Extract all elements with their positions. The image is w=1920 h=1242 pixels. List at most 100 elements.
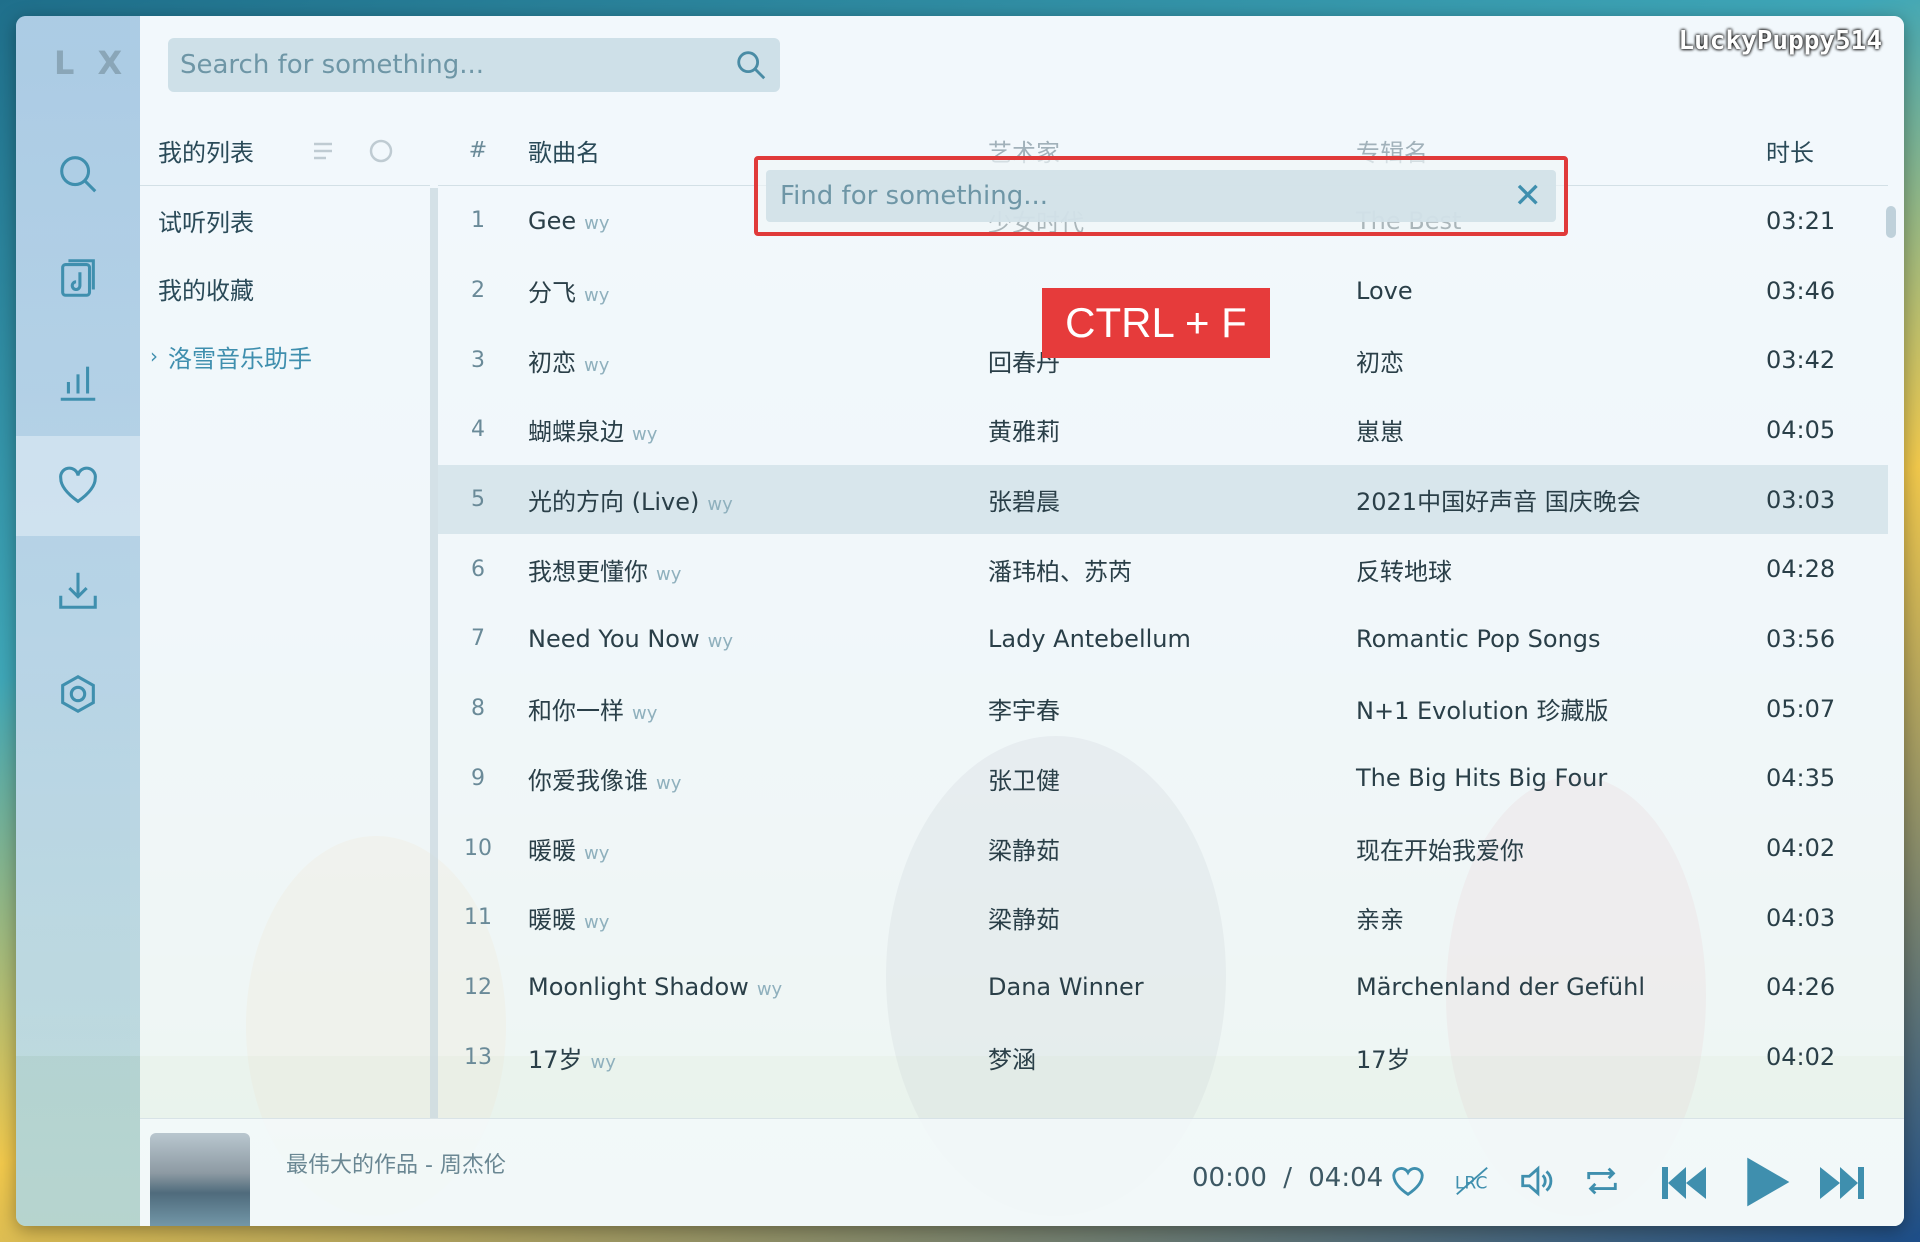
lyrics-button[interactable]: LRC — [1450, 1159, 1494, 1203]
album-cover[interactable] — [150, 1133, 250, 1226]
row-number: 9 — [471, 765, 485, 791]
heart-icon — [1392, 1167, 1424, 1197]
duration-cell: 04:02 — [1766, 834, 1836, 863]
total-time: 04:04 — [1308, 1163, 1384, 1193]
volume-button[interactable] — [1514, 1159, 1558, 1203]
artist-cell: 梁静茹 — [988, 836, 1060, 865]
duration-cell: 04:02 — [1766, 1043, 1836, 1072]
music-file-icon — [61, 259, 95, 297]
song-name: 蝴蝶泉边 — [528, 418, 624, 447]
source-tag: wy — [584, 354, 610, 376]
duration-cell: 04:05 — [1766, 415, 1836, 444]
nav-songlist-button[interactable] — [16, 228, 140, 328]
sidebar-item-lx-helper[interactable]: › 洛雪音乐助手 — [140, 322, 430, 390]
time-separator: / — [1283, 1163, 1292, 1193]
sidebar-item-label: 洛雪音乐助手 — [168, 344, 312, 373]
list-add-icon[interactable] — [310, 136, 340, 166]
album-cell: The Big Hits Big Four — [1356, 764, 1608, 793]
album-cell: 17岁 — [1356, 1045, 1411, 1074]
song-name-cell: 光的方向 (Live) wy — [518, 482, 988, 517]
search-input[interactable] — [180, 50, 734, 80]
source-tag: wy — [584, 912, 610, 934]
nav-download-button[interactable] — [16, 540, 140, 640]
row-number: 4 — [471, 417, 485, 443]
next-button[interactable] — [1810, 1151, 1874, 1215]
source-tag: wy — [707, 494, 733, 516]
scrollbar-thumb[interactable] — [1886, 206, 1896, 238]
album-cell: 亲亲 — [1356, 906, 1404, 935]
album-cell: Romantic Pop Songs — [1356, 624, 1601, 653]
table-row[interactable]: 7 Need You Now wy Lady Antebellum Romantic P… — [438, 604, 1888, 674]
song-name-cell: 暖暖 wy — [518, 831, 988, 866]
table-row[interactable]: 5 光的方向 (Live) wy 张碧晨 2021中国好声音 国庆晚会 03:03 — [438, 464, 1888, 535]
song-name: 分飞 — [528, 279, 576, 308]
shortcut-banner: CTRL + F — [1042, 288, 1270, 358]
table-row[interactable]: 9 你爱我像谁 wy 张卫健 The Big Hits Big Four 04:35 — [438, 744, 1888, 814]
app-logo: L X — [54, 44, 129, 82]
album-cell: Märchenland der Gefühl — [1356, 973, 1645, 1002]
search-icon[interactable] — [734, 48, 768, 82]
table-row[interactable]: 12 Moonlight Shadow wy Dana Winner Märchenla… — [438, 953, 1888, 1023]
source-tag: wy — [590, 1051, 616, 1073]
source-tag: wy — [656, 563, 682, 585]
player-bar: 最伟大的作品 - 周杰伦 00:00 / 04:04 LRC — [140, 1118, 1904, 1226]
close-icon[interactable]: ✕ — [1514, 179, 1543, 213]
song-name-cell: Need You Now wy — [518, 625, 988, 653]
artist-cell: 黄雅莉 — [988, 418, 1060, 447]
refresh-icon[interactable] — [366, 136, 396, 166]
table-row[interactable]: 6 我想更懂你 wy 潘玮柏、苏芮 反转地球 04:28 — [438, 534, 1888, 604]
watermark: LuckyPuppy514 — [1678, 26, 1883, 56]
artist-cell: 张碧晨 — [988, 488, 1060, 517]
search-bar — [168, 38, 780, 92]
find-overlay: ✕ — [754, 156, 1568, 236]
header-duration: 时长 — [1766, 139, 1814, 167]
now-playing-title[interactable]: 最伟大的作品 - 周杰伦 — [286, 1147, 506, 1179]
main-panel: LuckyPuppy514 我的列表 试听列表 我的收藏 › 洛雪音乐助手 # — [140, 16, 1904, 1226]
table-row[interactable]: 13 17岁 wy 梦涵 17岁 04:02 — [438, 1022, 1888, 1092]
duration-cell: 03:21 — [1766, 206, 1836, 235]
duration-cell: 04:28 — [1766, 555, 1836, 584]
repeat-button[interactable] — [1580, 1159, 1624, 1203]
source-tag: wy — [584, 842, 610, 864]
row-number: 13 — [464, 1044, 492, 1070]
find-input[interactable] — [780, 181, 1514, 211]
play-button[interactable] — [1730, 1147, 1800, 1217]
song-name: Need You Now — [528, 624, 700, 653]
comment-button[interactable] — [1386, 1159, 1430, 1203]
song-name: 和你一样 — [528, 697, 624, 726]
duration-cell: 03:56 — [1766, 624, 1836, 653]
duration-cell: 03:03 — [1766, 485, 1836, 514]
song-name-cell: Moonlight Shadow wy — [518, 973, 988, 1001]
duration-cell: 05:07 — [1766, 694, 1836, 723]
nav-search-button[interactable] — [16, 124, 140, 224]
song-name: 17岁 — [528, 1045, 583, 1074]
download-icon — [59, 572, 97, 609]
song-name-cell: 和你一样 wy — [518, 691, 988, 726]
table-row[interactable]: 8 和你一样 wy 李宇春 N+1 Evolution 珍藏版 05:07 — [438, 674, 1888, 744]
duration-cell: 04:35 — [1766, 764, 1836, 793]
prev-button[interactable] — [1652, 1151, 1716, 1215]
sidebar-header: 我的列表 — [140, 116, 430, 186]
repeat-icon — [1587, 1167, 1617, 1195]
sidebar-divider — [430, 188, 438, 1118]
heart-icon — [59, 466, 97, 504]
table-row[interactable]: 11 暖暖 wy 梁静茹 亲亲 04:03 — [438, 883, 1888, 953]
chart-icon — [60, 366, 96, 401]
nav-leaderboard-button[interactable] — [16, 332, 140, 432]
song-name-cell: 17岁 wy — [518, 1040, 988, 1075]
sidebar-item-trial-list[interactable]: 试听列表 — [140, 186, 430, 254]
sidebar-item-label: 我的收藏 — [158, 276, 254, 305]
row-number: 11 — [464, 905, 492, 931]
nav-settings-button[interactable] — [16, 644, 140, 744]
sidebar-item-favorites[interactable]: 我的收藏 — [140, 254, 430, 322]
source-tag: wy — [656, 772, 682, 794]
table-row[interactable]: 10 暖暖 wy 梁静茹 现在开始我爱你 04:02 — [438, 813, 1888, 883]
artist-cell: 潘玮柏、苏芮 — [988, 557, 1132, 586]
nav-favorites-button[interactable] — [16, 436, 140, 536]
table-row[interactable]: 4 蝴蝶泉边 wy 黄雅莉 崽崽 04:05 — [438, 395, 1888, 465]
sidebar-header-label: 我的列表 — [158, 139, 254, 167]
row-number: 3 — [471, 347, 485, 373]
duration-cell: 03:42 — [1766, 346, 1836, 375]
album-cell: Love — [1356, 276, 1413, 305]
artist-cell: 梦涵 — [988, 1045, 1036, 1074]
